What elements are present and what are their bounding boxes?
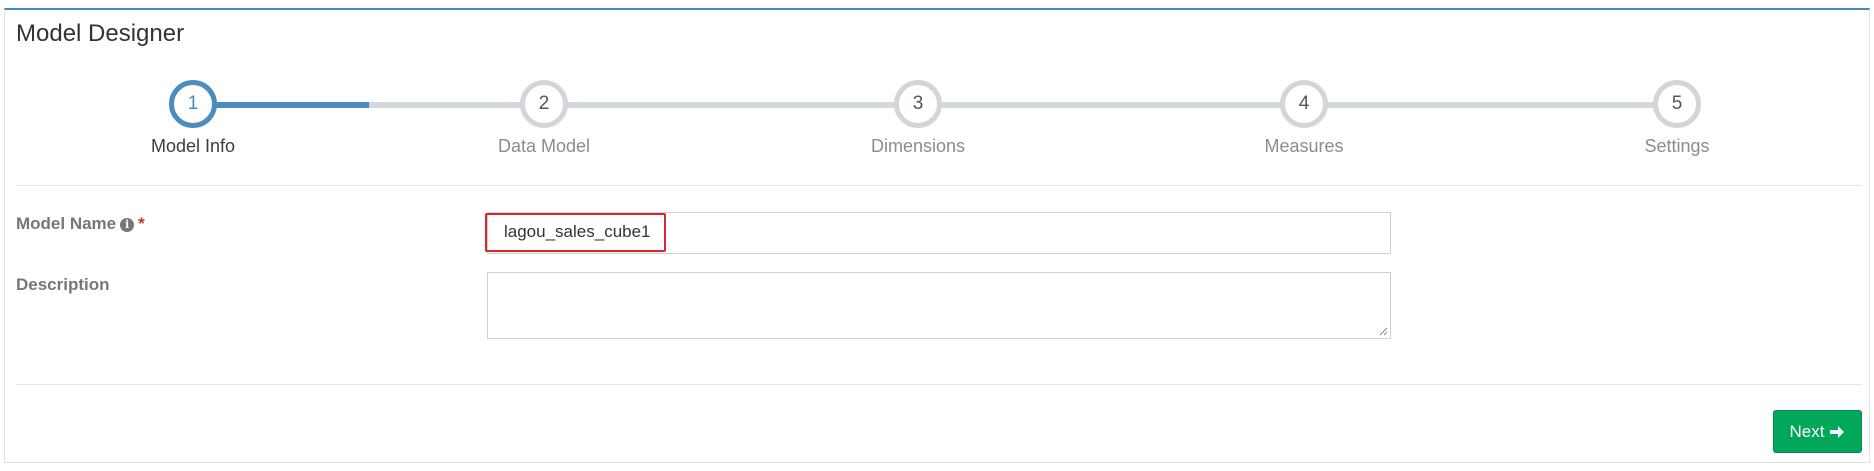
wizard-steps: 1 2 3 4 5 Model Info Data Model Dimensio… [0,0,1874,170]
wizard-step-label-settings[interactable]: Settings [1567,136,1787,157]
wizard-step-label-data-model[interactable]: Data Model [434,136,654,157]
wizard-step-5[interactable]: 5 [1653,80,1701,128]
description-textarea[interactable] [487,272,1391,339]
next-button-label: Next [1789,421,1825,441]
model-name-label-text: Model Name [16,214,117,233]
wizard-step-2[interactable]: 2 [520,80,568,128]
model-name-label: Model Name i * [16,214,145,234]
wizard-step-label-measures[interactable]: Measures [1194,136,1414,157]
wizard-divider [16,185,1862,186]
required-marker: * [138,214,145,233]
wizard-step-label-model-info[interactable]: Model Info [83,136,303,157]
wizard-step-label-dimensions[interactable]: Dimensions [808,136,1028,157]
wizard-progress [193,102,369,108]
wizard-step-3[interactable]: 3 [894,80,942,128]
model-name-value: lagou_sales_cube1 [504,222,651,241]
wizard-step-4[interactable]: 4 [1280,80,1328,128]
info-circle-icon[interactable]: i [120,218,135,232]
wizard-step-1[interactable]: 1 [169,80,217,128]
next-button[interactable]: Next [1773,410,1862,453]
resize-handle-icon[interactable] [1378,326,1388,336]
description-label: Description [16,275,110,294]
arrow-right-icon [1830,425,1845,438]
form-footer-divider [16,384,1862,385]
